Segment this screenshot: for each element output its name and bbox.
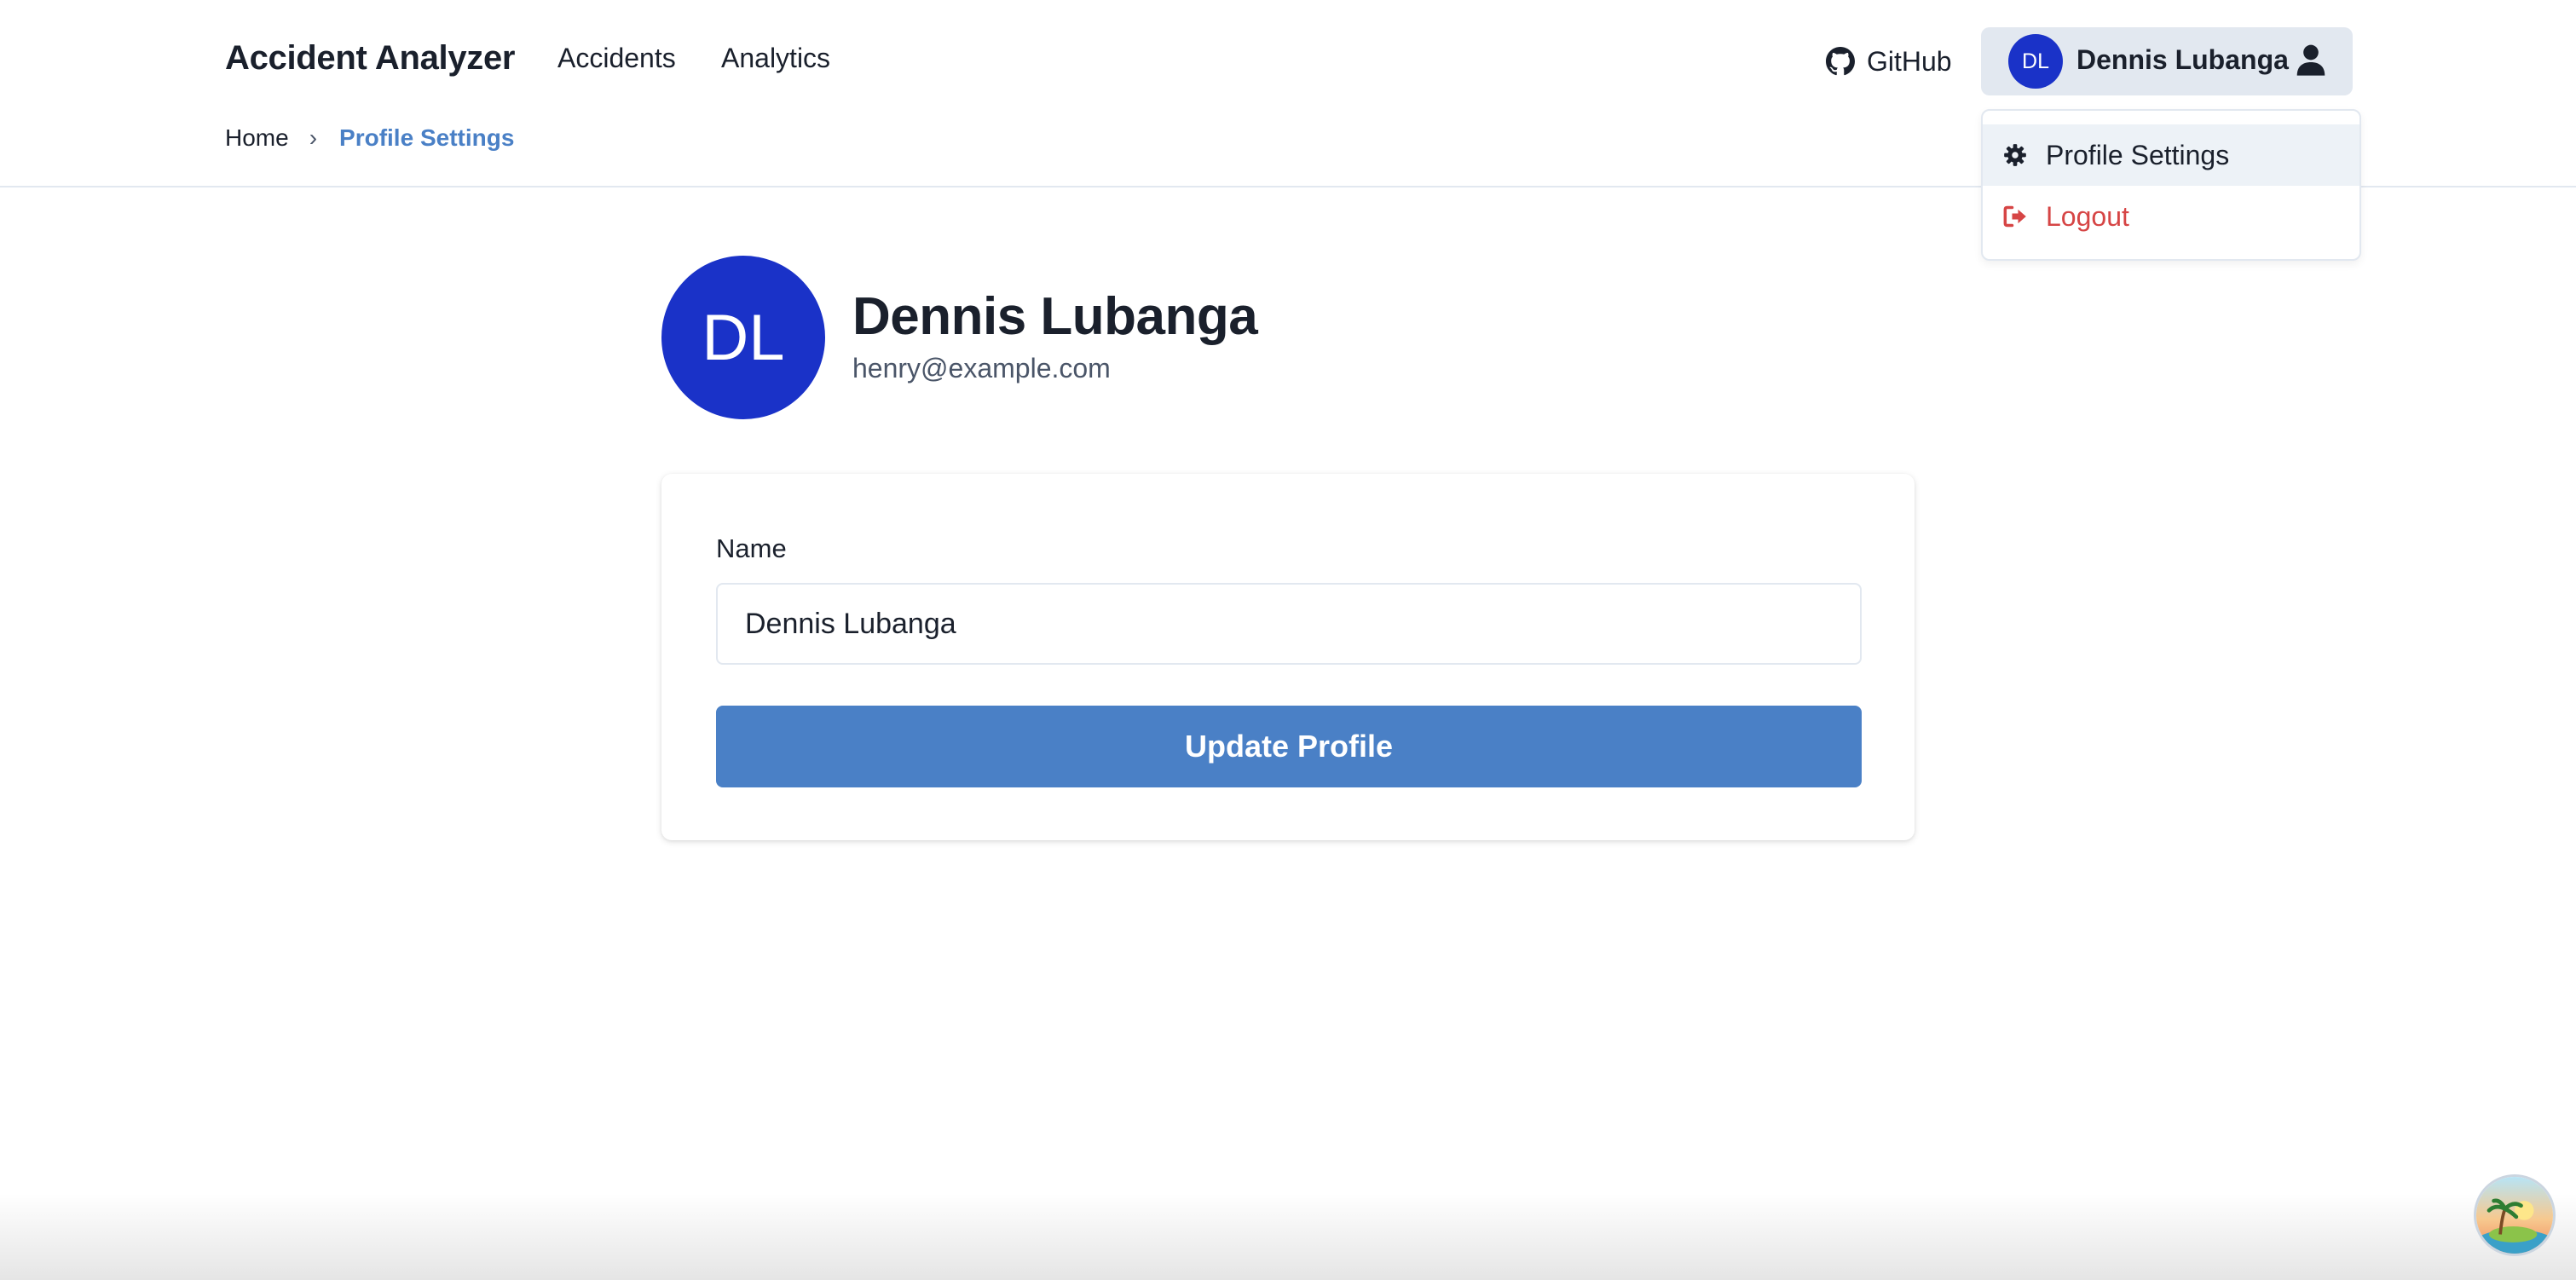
gear-icon bbox=[2004, 144, 2026, 166]
user-name: Dennis Lubanga bbox=[2076, 44, 2289, 75]
profile-form-card: Name Update Profile bbox=[661, 474, 1915, 840]
menu-item-profile-settings[interactable]: Profile Settings bbox=[1983, 124, 2359, 186]
user-avatar: DL bbox=[2008, 34, 2063, 89]
profile-settings-page: Accident Analyzer Accidents Analytics Gi… bbox=[0, 0, 2576, 1280]
breadcrumb-current[interactable]: Profile Settings bbox=[339, 124, 514, 152]
user-dropdown-menu: Profile Settings Logout bbox=[1981, 109, 2361, 261]
floating-assistant-button[interactable] bbox=[2474, 1174, 2556, 1256]
bottom-shade bbox=[0, 1193, 2576, 1280]
github-icon bbox=[1826, 47, 1855, 76]
logout-icon bbox=[2003, 205, 2026, 228]
brand-logo[interactable]: Accident Analyzer bbox=[225, 39, 516, 78]
breadcrumb-separator: › bbox=[309, 124, 318, 151]
menu-item-logout[interactable]: Logout bbox=[1983, 186, 2359, 247]
profile-email: henry@example.com bbox=[852, 353, 1111, 383]
user-icon bbox=[2296, 44, 2325, 76]
menu-item-label: Logout bbox=[2046, 200, 2129, 232]
user-menu-button[interactable]: DL Dennis Lubanga bbox=[1981, 27, 2353, 95]
profile-avatar: DL bbox=[661, 256, 825, 419]
breadcrumb-home[interactable]: Home bbox=[225, 124, 289, 152]
nav-analytics[interactable]: Analytics bbox=[721, 43, 830, 74]
breadcrumb: Home › Profile Settings bbox=[225, 124, 514, 152]
top-navbar: Accident Analyzer Accidents Analytics Gi… bbox=[0, 0, 2576, 123]
update-profile-button[interactable]: Update Profile bbox=[716, 706, 1862, 787]
island-icon bbox=[2476, 1177, 2553, 1254]
name-field-label: Name bbox=[716, 533, 787, 563]
menu-item-label: Profile Settings bbox=[2046, 139, 2230, 170]
nav-accidents[interactable]: Accidents bbox=[557, 43, 676, 74]
github-label: GitHub bbox=[1867, 45, 1952, 77]
profile-name: Dennis Lubanga bbox=[852, 287, 1258, 346]
name-input[interactable] bbox=[716, 583, 1862, 665]
github-link[interactable]: GitHub bbox=[1826, 43, 1952, 80]
